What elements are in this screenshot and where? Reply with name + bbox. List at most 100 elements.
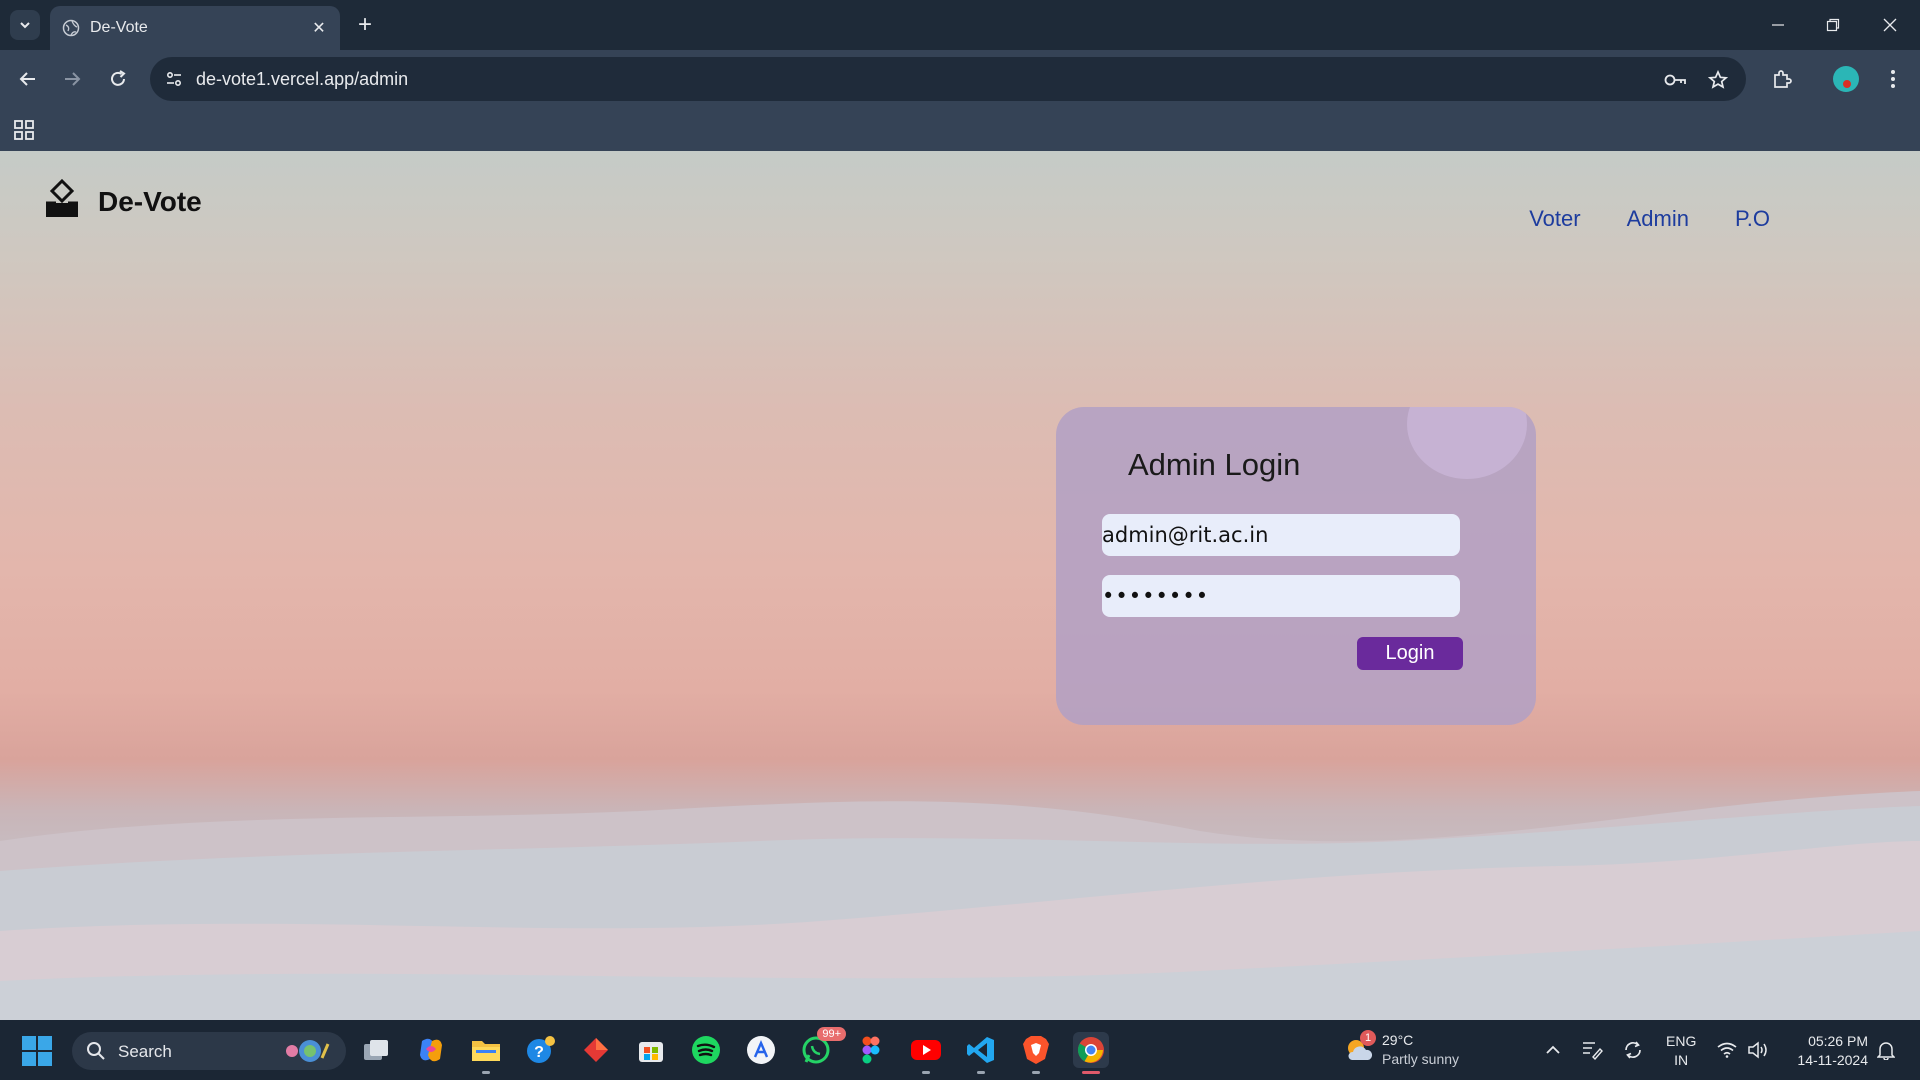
taskbar-file-explorer[interactable] [468,1032,504,1074]
figma-icon [862,1036,880,1064]
taskbar-clock[interactable]: 05:26 PM 14-11-2024 [1784,1032,1868,1070]
background-dunes [0,791,1920,1020]
bookmark-star-button[interactable] [1705,67,1731,93]
app-a-icon [747,1036,775,1064]
reload-icon [111,70,126,86]
nav-link-admin[interactable]: Admin [1627,206,1689,232]
close-icon [1883,18,1897,32]
minimize-button[interactable] [1758,8,1798,42]
browser-tab[interactable]: De-Vote ✕ [50,6,340,50]
taskbar-youtube[interactable] [908,1032,944,1074]
search-icon [87,1042,105,1060]
chevron-down-icon [20,22,30,29]
taskbar-weather[interactable]: 1 29°C Partly sunny [1344,1030,1474,1070]
password-field[interactable] [1102,575,1460,617]
store-icon [639,1042,663,1062]
bell-icon [1877,1042,1895,1060]
language-indicator[interactable]: ENG IN [1666,1032,1696,1070]
tab-search-button[interactable] [10,10,40,40]
svg-text:?: ? [534,1044,544,1061]
brave-icon [1023,1036,1049,1064]
spotify-icon [692,1036,720,1064]
page-viewport: De-Vote Voter Admin P.O Admin Login Logi… [0,151,1920,1020]
profile-avatar[interactable] [1833,66,1859,92]
weather-alert-badge: 1 [1360,1030,1376,1046]
browser-tab-bar: De-Vote ✕ + [0,0,1920,50]
bookmarks-bar [0,108,1920,151]
login-button[interactable]: Login [1357,637,1463,670]
main-nav: Voter Admin P.O [1529,206,1770,232]
tray-wifi[interactable] [1715,1038,1739,1062]
restore-button[interactable] [1813,8,1853,42]
browser-menu-button[interactable] [1877,63,1909,95]
taskbar-get-help[interactable]: ? [523,1032,559,1068]
search-highlight-icon [286,1040,330,1062]
taskbar-brave[interactable] [1018,1032,1054,1074]
taskbar-spotify[interactable] [688,1032,724,1068]
windows-taskbar: Search ? 99+ 1 29°C Partly sunny ENG IN … [0,1020,1920,1080]
forward-button[interactable] [56,63,88,95]
browser-toolbar: de-vote1.vercel.app/admin [0,50,1920,108]
tray-pen-menu[interactable] [1580,1038,1604,1062]
youtube-icon [911,1040,941,1060]
tray-volume[interactable] [1746,1038,1770,1062]
taskbar-task-view[interactable] [358,1032,394,1068]
arrow-left-icon [19,72,35,86]
star-icon [1708,70,1728,89]
key-icon [1664,74,1686,86]
clock-time: 05:26 PM [1808,1033,1868,1049]
clock-date: 14-11-2024 [1797,1052,1868,1068]
brand[interactable]: De-Vote [42,179,202,219]
url-text: de-vote1.vercel.app/admin [196,69,409,89]
show-hidden-icons[interactable] [1541,1038,1565,1062]
chrome-icon [1077,1037,1104,1063]
email-field[interactable] [1102,514,1460,556]
globe-icon [62,19,80,37]
tab-close-icon[interactable]: ✕ [308,17,330,39]
windows-start-icon[interactable] [22,1036,52,1066]
search-label: Search [118,1042,172,1061]
copilot-icon [420,1038,442,1062]
weather-temperature: 29°C [1382,1032,1414,1048]
taskbar-vscode[interactable] [963,1032,999,1074]
region-code: IN [1674,1052,1689,1068]
apps-grid-icon[interactable] [12,118,36,142]
taskbar-chrome[interactable] [1073,1032,1109,1074]
taskbar-app-red[interactable] [578,1032,614,1068]
taskbar-app-store-a[interactable] [743,1032,779,1068]
nav-link-voter[interactable]: Voter [1529,206,1580,232]
help-icon: ? [527,1036,555,1063]
site-info-button[interactable] [160,65,188,93]
taskbar-search[interactable]: Search [72,1032,346,1070]
ballot-box-icon [46,179,78,217]
login-title: Admin Login [1128,447,1301,482]
language-code: ENG [1666,1033,1697,1049]
reload-button[interactable] [102,63,134,95]
nav-link-po[interactable]: P.O [1735,206,1770,232]
chevron-up-icon [1546,1045,1560,1054]
wifi-icon [1717,1042,1737,1058]
whatsapp-badge: 99+ [817,1027,846,1041]
password-key-button[interactable] [1663,67,1689,93]
notifications-button[interactable] [1874,1038,1898,1062]
restore-icon [1826,18,1840,32]
admin-login-card: Admin Login Login [1056,407,1536,725]
taskbar-microsoft-store[interactable] [633,1032,669,1068]
puzzle-icon [1774,70,1792,88]
task-view-icon [364,1040,388,1060]
tune-icon [166,71,182,87]
weather-description: Partly sunny [1382,1051,1460,1067]
more-vertical-icon [1891,70,1895,88]
tray-sync[interactable] [1621,1038,1645,1062]
pen-menu-icon [1583,1042,1603,1060]
address-bar[interactable]: de-vote1.vercel.app/admin [150,57,1746,101]
volume-icon [1748,1041,1767,1059]
taskbar-whatsapp[interactable]: 99+ [798,1027,846,1068]
sync-icon [1625,1041,1641,1059]
taskbar-figma[interactable] [853,1032,889,1068]
close-window-button[interactable] [1870,8,1910,42]
taskbar-copilot[interactable] [413,1032,449,1068]
back-button[interactable] [12,63,44,95]
extensions-button[interactable] [1766,63,1798,95]
new-tab-button[interactable]: + [350,10,380,40]
